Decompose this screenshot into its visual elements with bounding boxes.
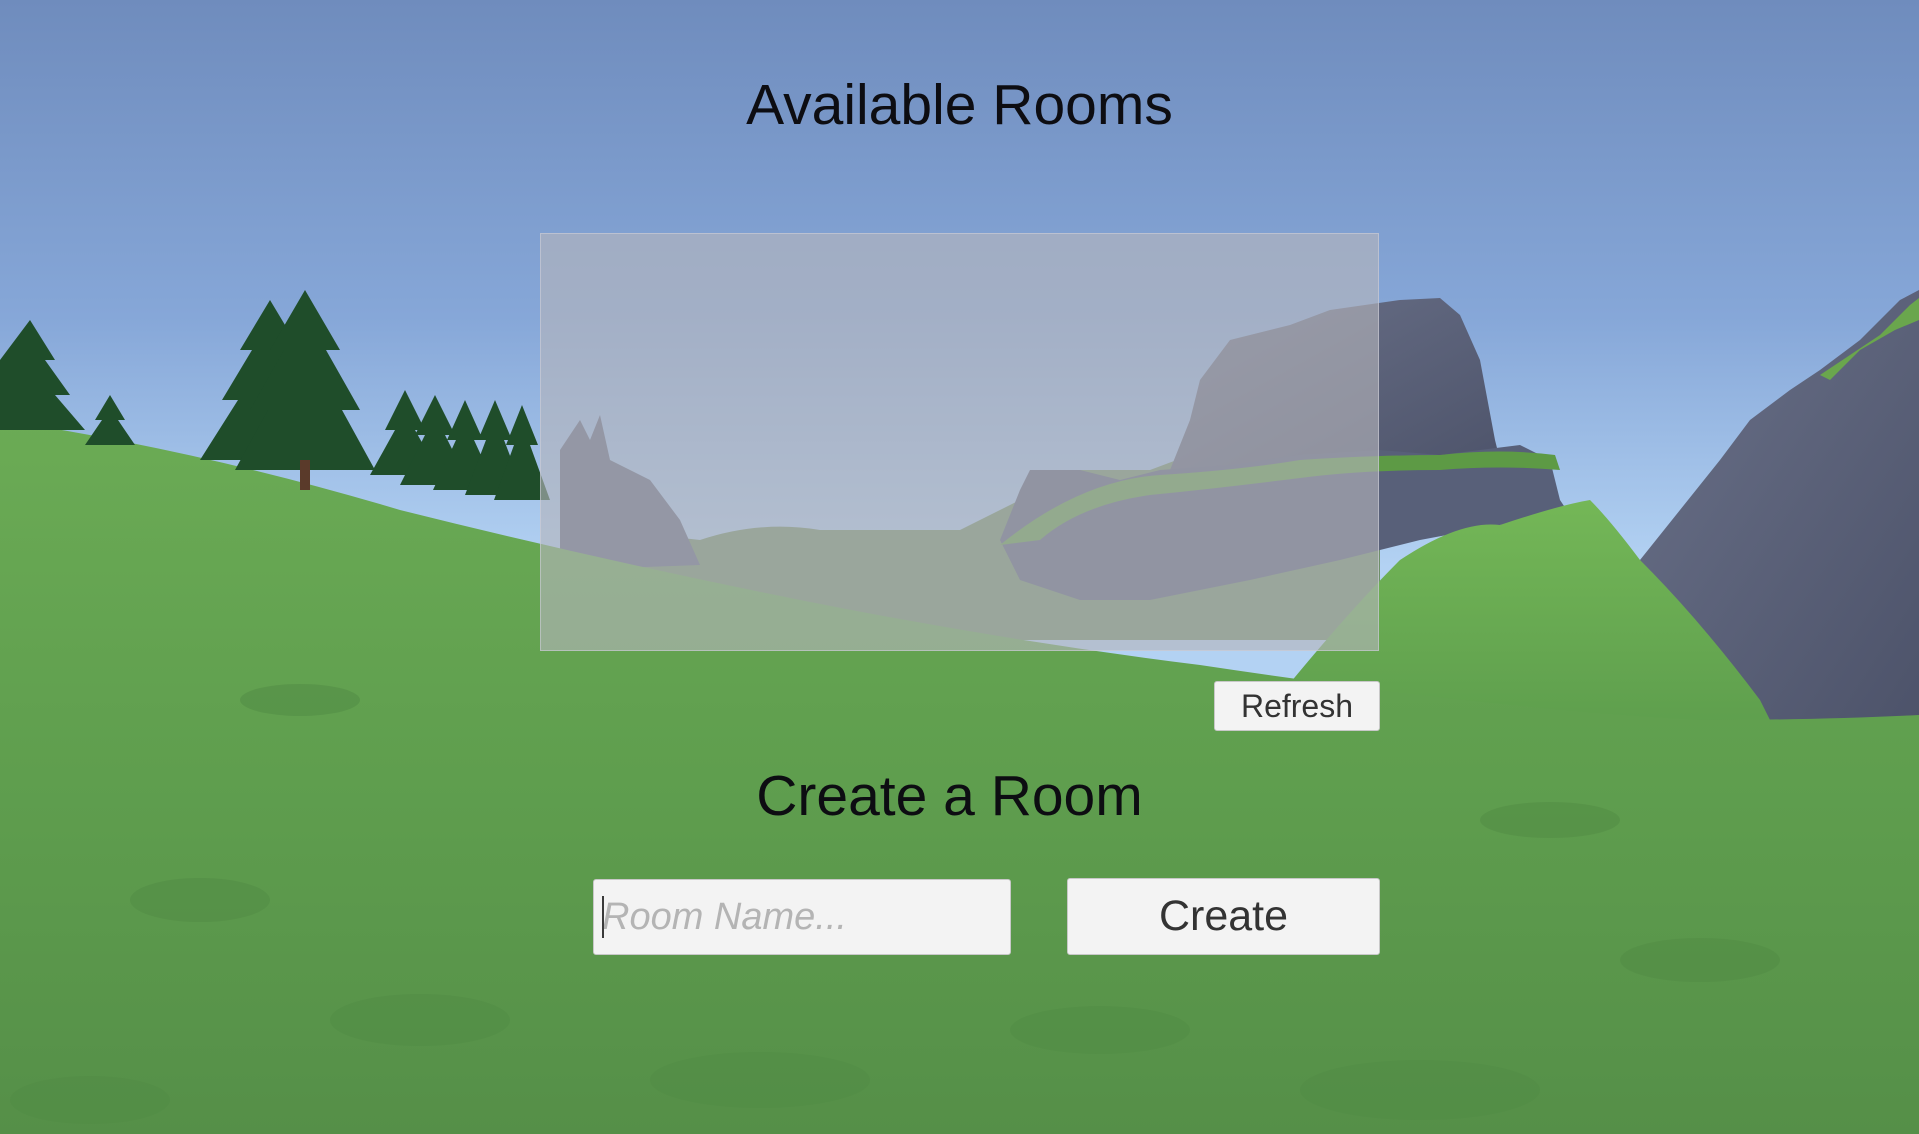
create-button[interactable]: Create: [1067, 878, 1380, 955]
game-scene: Available Rooms Refresh Create a Room Cr…: [0, 0, 1919, 1134]
create-button-label: Create: [1158, 892, 1289, 940]
create-room-title: Create a Room: [756, 764, 1143, 828]
refresh-button-label: Refresh: [1240, 687, 1354, 724]
tree-trunk: [300, 460, 310, 490]
room-list-panel[interactable]: [540, 233, 1379, 651]
refresh-button[interactable]: Refresh: [1214, 681, 1380, 731]
available-rooms-title: Available Rooms: [746, 73, 1173, 137]
room-name-input[interactable]: [593, 879, 1011, 955]
text-caret: [602, 896, 604, 938]
